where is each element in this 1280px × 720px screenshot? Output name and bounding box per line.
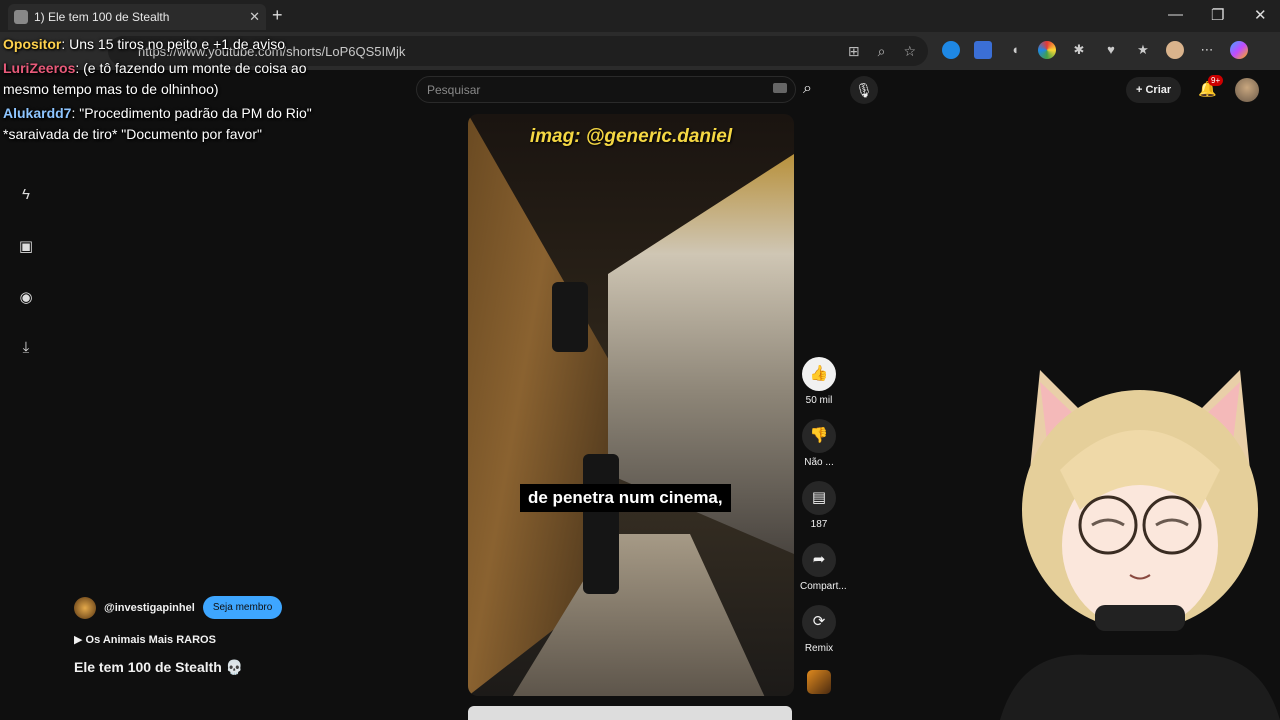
video-person-climbing bbox=[552, 282, 588, 352]
remix-icon: ⟳ bbox=[802, 605, 836, 639]
new-tab-icon[interactable]: + bbox=[272, 5, 283, 26]
minimize-icon[interactable]: — bbox=[1168, 6, 1183, 23]
extension-translate-icon[interactable] bbox=[974, 41, 992, 59]
chat-author: Alukardd7 bbox=[3, 105, 72, 121]
chat-author: Opositor bbox=[3, 36, 62, 52]
channel-row: @investigapinhel Seja membro bbox=[74, 596, 283, 619]
remix-label: Remix bbox=[804, 643, 834, 654]
extensions-bar: ◖ ✱ ♥ ★ ⋯ bbox=[942, 41, 1248, 59]
dislike-button[interactable]: 👎 Não ... bbox=[800, 419, 838, 468]
chat-text: Uns 15 tiros no peito e +1 de aviso bbox=[69, 36, 286, 52]
profile-icon[interactable] bbox=[1166, 41, 1184, 59]
downloads-icon[interactable]: ⤓ bbox=[17, 339, 35, 356]
more-menu-icon[interactable]: ⋯ bbox=[1198, 41, 1216, 59]
video-caption: de penetra num cinema, bbox=[520, 484, 731, 512]
create-label: Criar bbox=[1145, 84, 1172, 96]
chat-author: LuriZeeros bbox=[3, 60, 76, 76]
shorts-icon[interactable]: ϟ bbox=[17, 186, 35, 203]
search-placeholder: Pesquisar bbox=[427, 83, 481, 97]
close-window-icon[interactable]: ✕ bbox=[1254, 6, 1267, 24]
app-available-icon[interactable]: ⊞ bbox=[848, 43, 860, 60]
read-aloud-icon[interactable]: ◖ bbox=[1006, 41, 1024, 59]
remix-button[interactable]: ⟳ Remix bbox=[800, 605, 838, 654]
favorites-icon[interactable]: ★ bbox=[1134, 41, 1152, 59]
video-title: Ele tem 100 de Stealth 💀 bbox=[74, 659, 244, 675]
vtuber-avatar bbox=[1000, 370, 1280, 720]
like-button[interactable]: 👍 50 mil bbox=[800, 357, 838, 406]
comment-icon: ▤ bbox=[802, 481, 836, 515]
playlist-title: Os Animais Mais RAROS bbox=[85, 634, 216, 646]
chat-message: Opositor: Uns 15 tiros no peito e +1 de … bbox=[3, 36, 286, 52]
tab-title: 1) Ele tem 100 de Stealth bbox=[34, 10, 170, 24]
next-short-preview[interactable] bbox=[468, 706, 792, 720]
extension-color-icon[interactable] bbox=[1038, 41, 1056, 59]
subscriptions-icon[interactable]: ▣ bbox=[17, 237, 35, 255]
notifications-bell-icon[interactable]: 🔔 9+ bbox=[1198, 75, 1224, 98]
comments-button[interactable]: ▤ 187 bbox=[800, 481, 838, 530]
chat-message: Alukardd7: "Procedimento padrão da PM do… bbox=[3, 105, 312, 142]
you-icon[interactable]: ◉ bbox=[17, 288, 35, 306]
channel-avatar[interactable] bbox=[74, 596, 96, 619]
tab-favicon-icon bbox=[14, 10, 28, 24]
search-input[interactable]: Pesquisar bbox=[416, 76, 796, 103]
shorts-video-player[interactable]: imag: @generic.daniel de penetra num cin… bbox=[468, 114, 794, 696]
browser-tab[interactable]: 1) Ele tem 100 de Stealth ✕ bbox=[8, 4, 266, 30]
keyboard-icon[interactable] bbox=[773, 83, 787, 93]
copilot-icon[interactable] bbox=[1230, 41, 1248, 59]
playlist-link[interactable]: ▶ Os Animais Mais RAROS bbox=[74, 633, 216, 646]
comment-count: 187 bbox=[810, 519, 828, 530]
zoom-icon[interactable]: ⌕ bbox=[878, 43, 886, 60]
join-member-button[interactable]: Seja membro bbox=[202, 596, 283, 619]
search-icon[interactable]: ⌕ bbox=[803, 80, 812, 98]
favorite-star-icon[interactable]: ☆ bbox=[903, 43, 916, 60]
stream-chat-overlay: Opositor: Uns 15 tiros no peito e +1 de … bbox=[3, 34, 313, 148]
browser-tab-bar: 1) Ele tem 100 de Stealth ✕ + — ❐ ✕ bbox=[0, 0, 1280, 32]
tab-close-icon[interactable]: ✕ bbox=[249, 9, 260, 25]
create-button[interactable]: + Criar bbox=[1126, 77, 1182, 103]
play-icon: ▶ bbox=[74, 634, 86, 646]
vtuber-spiked-collar bbox=[1095, 605, 1185, 631]
extensions-icon[interactable]: ✱ bbox=[1070, 41, 1088, 59]
share-label: Compart... bbox=[800, 581, 847, 592]
notification-badge: 9+ bbox=[1208, 75, 1224, 86]
dislike-label: Não ... bbox=[804, 457, 834, 468]
share-button[interactable]: ➦ Compart... bbox=[800, 543, 847, 592]
share-icon: ➦ bbox=[802, 543, 836, 577]
video-watermark: imag: @generic.daniel bbox=[529, 126, 733, 147]
thumbs-down-icon: 👎 bbox=[802, 419, 836, 453]
thumbs-up-icon: 👍 bbox=[802, 357, 836, 391]
account-avatar[interactable] bbox=[1235, 78, 1259, 102]
channel-thumbnail[interactable] bbox=[807, 670, 831, 694]
video-person-walking bbox=[583, 454, 619, 594]
vtuber-shirt bbox=[1000, 654, 1280, 720]
restore-icon[interactable]: ❐ bbox=[1211, 6, 1224, 24]
chat-message: LuriZeeros: (e tô fazendo um monte de co… bbox=[3, 60, 307, 97]
channel-handle[interactable]: @investigapinhel bbox=[104, 602, 195, 614]
performance-icon[interactable]: ♥ bbox=[1102, 41, 1120, 59]
like-count: 50 mil bbox=[805, 395, 833, 406]
microphone-icon[interactable]: 🎙 bbox=[850, 76, 878, 104]
extension-shazam-icon[interactable] bbox=[942, 41, 960, 59]
